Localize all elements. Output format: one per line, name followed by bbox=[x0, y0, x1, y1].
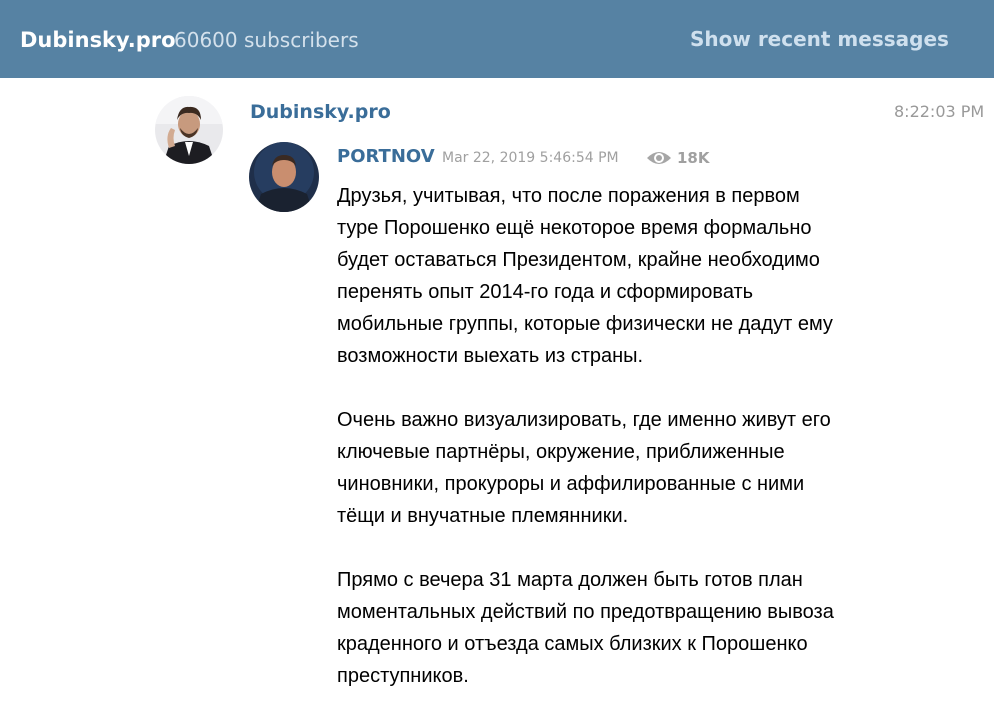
text-line: тёщи и внучатные племянники. bbox=[337, 505, 629, 527]
text-line: краденного и отъезда самых близких к Пор… bbox=[337, 633, 808, 655]
channel-title[interactable]: Dubinsky.pro bbox=[20, 27, 176, 53]
text-line: Прямо с вечера 31 марта должен быть гото… bbox=[337, 569, 803, 591]
author-avatar[interactable] bbox=[155, 96, 223, 164]
channel-header: Dubinsky.pro 60600 subscribers Show rece… bbox=[0, 0, 994, 78]
forwarded-author-name[interactable]: PORTNOV bbox=[337, 146, 435, 168]
text-line: будет оставаться Президентом, крайне нео… bbox=[337, 249, 820, 271]
view-count: 18K bbox=[677, 149, 710, 167]
text-line: ключевые партнёры, окружение, приближенн… bbox=[337, 441, 785, 463]
text-line: моментальных действий по предотвращению … bbox=[337, 601, 834, 623]
eye-icon bbox=[646, 149, 672, 167]
message-paragraph: Друзья, учитывая, что после поражения в … bbox=[337, 180, 897, 372]
text-line: перенять опыт 2014-го года и сформироват… bbox=[337, 281, 754, 303]
text-line: возможности выехать из страны. bbox=[337, 345, 644, 367]
message-text: Друзья, учитывая, что после поражения в … bbox=[337, 180, 897, 692]
text-line: Друзья, учитывая, что после поражения в … bbox=[337, 185, 800, 207]
forwarded-date: Mar 22, 2019 5:46:54 PM bbox=[442, 150, 619, 166]
message-time: 8:22:03 PM bbox=[894, 102, 985, 121]
message-paragraph: Очень важно визуализировать, где именно … bbox=[337, 404, 897, 532]
text-line: мобильные группы, которые физически не д… bbox=[337, 313, 833, 335]
message-paragraph: Прямо с вечера 31 марта должен быть гото… bbox=[337, 564, 897, 692]
text-line: чиновники, прокуроры и аффилированные с … bbox=[337, 473, 805, 495]
message-author[interactable]: Dubinsky.pro bbox=[250, 100, 391, 124]
text-line: туре Порошенко ещё некоторое время форма… bbox=[337, 217, 812, 239]
text-line: Очень важно визуализировать, где именно … bbox=[337, 409, 831, 431]
text-line: преступников. bbox=[337, 665, 469, 687]
show-recent-messages-button[interactable]: Show recent messages bbox=[690, 26, 949, 52]
forwarded-author-avatar[interactable] bbox=[249, 142, 319, 212]
subscriber-count: 60600 subscribers bbox=[174, 28, 359, 52]
